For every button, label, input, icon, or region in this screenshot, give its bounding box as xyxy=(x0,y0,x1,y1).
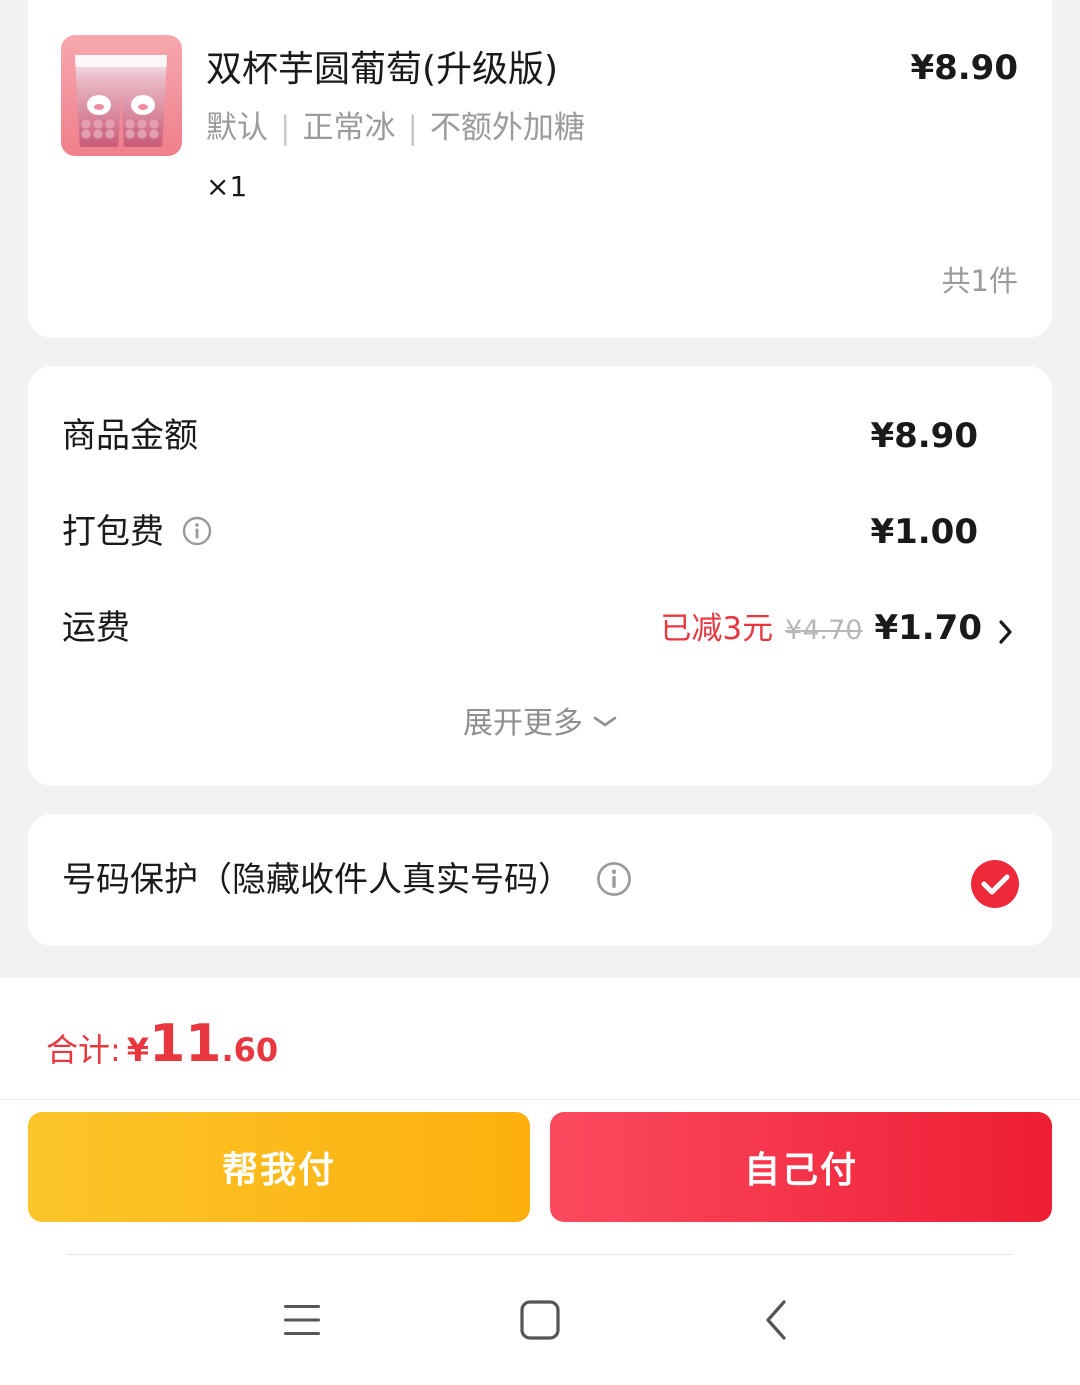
number-protection-label: 号码保护（隐藏收件人真实号码） xyxy=(62,860,572,900)
product-price: ¥8.90 xyxy=(910,48,1018,88)
expand-more-label: 展开更多 xyxy=(463,706,583,741)
spec-item: 默认 xyxy=(206,110,268,146)
product-quantity: ×1 xyxy=(206,170,248,203)
shipping-detail[interactable]: 已减3元 ¥4.70 ¥1.70 xyxy=(660,598,1014,664)
shipping-discount: 已减3元 xyxy=(660,611,774,647)
shipping-row[interactable]: 运费 已减3元 ¥4.70 ¥1.70 xyxy=(62,598,1018,658)
shipping-price: ¥1.70 xyxy=(874,608,982,648)
spec-item: 不额外加糖 xyxy=(429,110,585,146)
cup-right xyxy=(119,55,167,147)
spec-item: 正常冰 xyxy=(302,110,396,146)
packing-fee-value: ¥1.00 xyxy=(870,512,978,552)
back-icon[interactable] xyxy=(752,1296,800,1344)
privacy-label-wrap: 号码保护（隐藏收件人真实号码） xyxy=(62,850,632,910)
packing-fee-label: 打包费 xyxy=(62,512,164,552)
product-name: 双杯芋圆葡萄(升级版) xyxy=(206,49,559,90)
help-pay-button[interactable]: 帮我付 xyxy=(28,1112,530,1222)
product-card: 双杯芋圆葡萄(升级版) ¥8.90 默认 | 正常冰 | 不额外加糖 ×1 共1件 xyxy=(28,0,1052,338)
item-count: 共1件 xyxy=(941,264,1018,298)
check-circle-icon[interactable] xyxy=(970,859,1020,909)
info-icon[interactable] xyxy=(596,861,632,897)
shipping-label: 运费 xyxy=(62,608,130,648)
spec-separator: | xyxy=(407,110,418,146)
packing-fee-row: 打包费 ¥1.00 xyxy=(62,502,1018,562)
divider xyxy=(0,1099,1080,1100)
shipping-original-price: ¥4.70 xyxy=(785,615,863,646)
order-total: 合计: ¥11.60 xyxy=(46,1014,278,1074)
goods-amount-label: 商品金额 xyxy=(62,416,198,456)
self-pay-button[interactable]: 自己付 xyxy=(550,1112,1052,1222)
chevron-down-icon xyxy=(593,716,617,726)
total-decimal: .60 xyxy=(221,1031,279,1069)
goods-amount-row: 商品金额 ¥8.90 xyxy=(62,406,1018,466)
info-icon[interactable] xyxy=(182,516,212,546)
packing-fee-label-wrap: 打包费 xyxy=(62,502,212,562)
fees-card: 商品金额 ¥8.90 打包费 ¥1.00 运费 已减3元 ¥4.70 ¥1.70 展… xyxy=(28,366,1052,786)
total-currency: ¥ xyxy=(126,1031,150,1069)
menu-icon[interactable] xyxy=(278,1296,326,1344)
home-icon[interactable] xyxy=(516,1296,564,1344)
privacy-card: 号码保护（隐藏收件人真实号码） xyxy=(28,814,1052,946)
product-image[interactable] xyxy=(61,35,182,156)
expand-more-button[interactable]: 展开更多 xyxy=(28,698,1052,742)
total-integer: 11 xyxy=(149,1014,222,1074)
checkout-bar: 合计: ¥11.60 帮我付 自己付 xyxy=(0,978,1080,1385)
total-label: 合计: xyxy=(46,1031,121,1069)
chevron-right-icon[interactable] xyxy=(998,619,1014,645)
product-specs: 默认 | 正常冰 | 不额外加糖 xyxy=(206,102,585,147)
cup-left xyxy=(75,55,123,147)
goods-amount-value: ¥8.90 xyxy=(870,416,978,456)
divider xyxy=(66,1254,1014,1255)
spec-separator: | xyxy=(280,110,291,146)
